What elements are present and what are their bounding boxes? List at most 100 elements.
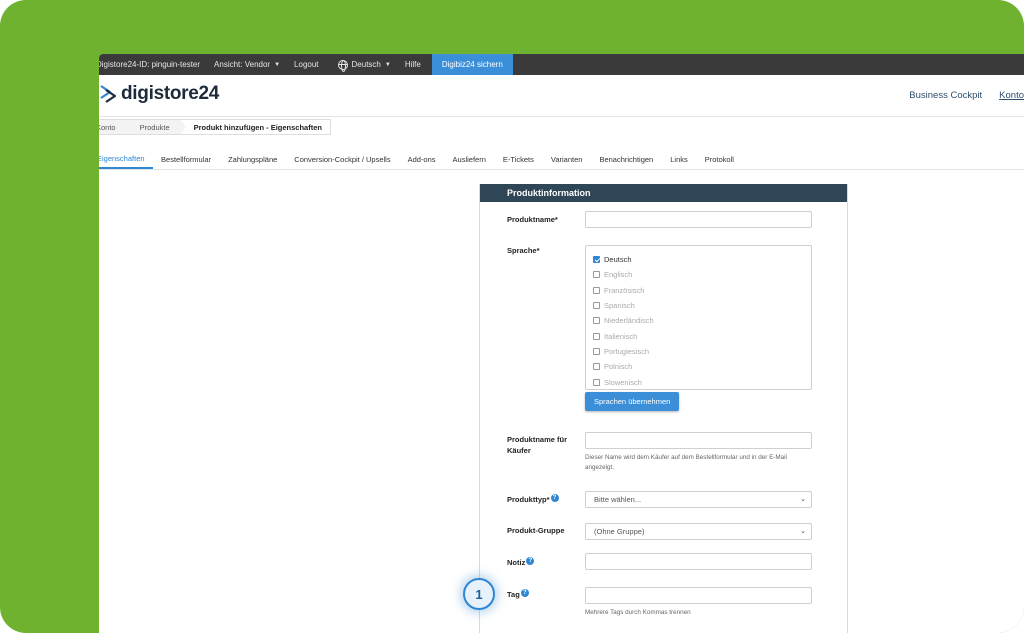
tab-payment-plans[interactable]: Zahlungspläne (220, 150, 286, 169)
checkbox-icon[interactable] (593, 317, 600, 325)
product-name-input[interactable] (585, 211, 812, 228)
logout-label: Logout (294, 60, 319, 69)
breadcrumb-label: Konto (99, 122, 116, 132)
view-label: Ansicht: Vendor (214, 60, 271, 69)
language-dropdown[interactable]: Deutsch ▼ (331, 54, 398, 75)
language-label: Sprache* (507, 246, 540, 255)
tab-delivery[interactable]: Ausliefern (444, 150, 494, 169)
help-icon[interactable]: ? (550, 494, 559, 502)
breadcrumb-item-products[interactable]: Produkte (125, 119, 186, 135)
secure-button[interactable]: Digibiz24 sichern (431, 54, 513, 75)
tab-bar: Eigenschaften Bestellformular Zahlungspl… (99, 150, 1024, 170)
language-option-label: Niederländisch (604, 316, 654, 326)
language-list[interactable]: Deutsch Englisch Französisch Spanisch Ni… (585, 245, 812, 390)
apply-languages-button[interactable]: Sprachen übernehmen (585, 392, 680, 411)
checkbox-icon[interactable] (593, 332, 600, 340)
tag-hint: Mehrere Tags durch Kommas trennen (585, 609, 691, 616)
breadcrumb-label: Produkte (139, 122, 170, 132)
caret-down-icon: ▼ (384, 61, 391, 68)
tab-e-tickets[interactable]: E-Tickets (494, 150, 542, 169)
breadcrumb-label: Produkt hinzufügen - Eigenschaften (193, 122, 322, 132)
buyer-name-input[interactable] (585, 432, 812, 449)
tab-links[interactable]: Links (662, 150, 697, 169)
tag-label: Tag? (507, 589, 529, 600)
breadcrumb-item-account[interactable]: Konto (99, 119, 132, 135)
product-group-label: Produkt-Gruppe (507, 526, 565, 535)
language-option-label: Englisch (604, 270, 633, 280)
view-dropdown[interactable]: Ansicht: Vendor ▼ (207, 54, 287, 75)
breadcrumb: Konto Produkte Produkt hinzufügen - Eige… (99, 119, 331, 135)
buyer-name-label: Produktname für Käufer (507, 434, 567, 456)
buyer-name-label-line2: Käufer (507, 446, 531, 455)
product-type-label: Produkttyp*? (507, 494, 559, 505)
account-id-label: Digistore24-ID: pinguin-tester (99, 60, 201, 69)
product-group-value: (Ohne Gruppe) (594, 527, 645, 536)
header-nav: Business Cockpit Konto (892, 90, 1024, 101)
tab-order-form[interactable]: Bestellformular (153, 150, 220, 169)
product-info-panel: Produktinformation Produktname* Sprache*… (479, 184, 848, 633)
language-option-polnisch[interactable]: Polnisch (586, 359, 811, 374)
account-link[interactable]: Konto (999, 90, 1024, 101)
checkbox-icon[interactable] (593, 286, 600, 294)
help-label: Hilfe (404, 60, 421, 69)
language-option-slowenisch[interactable]: Slowenisch (586, 374, 811, 389)
language-option-deutsch[interactable]: Deutsch (586, 252, 811, 267)
language-option-label: Italienisch (604, 331, 638, 341)
tab-log[interactable]: Protokoll (696, 150, 742, 169)
product-type-label-text: Produkttyp* (507, 495, 550, 504)
help-icon[interactable]: ? (526, 557, 535, 565)
language-option-portugiesisch[interactable]: Portugiesisch (586, 344, 811, 359)
breadcrumb-item-current: Produkt hinzufügen - Eigenschaften (179, 119, 331, 135)
breadcrumb-arrow (179, 119, 186, 135)
tab-variants[interactable]: Varianten (542, 150, 591, 169)
language-option-franzoesisch[interactable]: Französisch (586, 283, 811, 298)
product-type-value: Bitte wählen... (594, 495, 642, 504)
language-option-niederlaendisch[interactable]: Niederländisch (586, 313, 811, 328)
language-option-label: Slowenisch (604, 377, 642, 387)
language-option-englisch[interactable]: Englisch (586, 267, 811, 282)
globe-icon (337, 59, 348, 72)
language-label: Deutsch (351, 60, 381, 69)
checkbox-icon[interactable] (593, 363, 600, 371)
checkbox-icon[interactable] (593, 347, 600, 355)
language-option-italienisch[interactable]: Italienisch (586, 328, 811, 343)
tab-properties[interactable]: Eigenschaften (99, 150, 153, 169)
tab-conversion-cockpit[interactable]: Conversion-Cockpit / Upsells (286, 150, 399, 169)
product-type-select[interactable]: Bitte wählen... ⌄ (585, 491, 812, 508)
top-bar: Digistore24-ID: pinguin-tester Ansicht: … (99, 54, 1024, 75)
note-label: Notiz? (507, 557, 535, 568)
chevron-down-icon: ⌄ (800, 528, 806, 535)
tab-add-ons[interactable]: Add-ons (399, 150, 444, 169)
tab-notifications[interactable]: Benachrichtigen (591, 150, 662, 169)
buyer-name-label-line1: Produktname für (507, 435, 568, 444)
browser-window: Digistore24-ID: pinguin-tester Ansicht: … (99, 54, 1024, 633)
product-name-label: Produktname* (507, 215, 558, 224)
tag-input[interactable] (585, 587, 812, 604)
language-option-label: Deutsch (604, 255, 632, 265)
language-option-label: Portugiesisch (604, 346, 650, 356)
checkbox-icon[interactable] (593, 378, 600, 386)
caret-down-icon: ▼ (274, 61, 281, 68)
language-option-label: Französisch (604, 285, 645, 295)
breadcrumb-arrow (125, 119, 132, 135)
help-icon[interactable]: ? (520, 589, 529, 597)
tag-label-text: Tag (507, 590, 520, 599)
business-cockpit-link[interactable]: Business Cockpit (909, 90, 982, 101)
language-option-spanisch[interactable]: Spanisch (586, 298, 811, 313)
account-id: Digistore24-ID: pinguin-tester (99, 54, 207, 75)
checkbox-icon[interactable] (593, 302, 600, 310)
logo-text: digistore24 (121, 83, 220, 104)
help-link[interactable]: Hilfe (398, 54, 428, 75)
note-label-text: Notiz (507, 558, 526, 567)
checkbox-icon[interactable] (593, 271, 600, 279)
language-option-label: Polnisch (604, 362, 633, 372)
product-group-select[interactable]: (Ohne Gruppe) ⌄ (585, 523, 812, 540)
checkbox-checked-icon[interactable] (593, 256, 600, 264)
buyer-name-hint: Dieser Name wird dem Käufer auf dem Best… (585, 454, 787, 471)
logout-link[interactable]: Logout (287, 54, 325, 75)
language-option-label: Spanisch (604, 301, 635, 311)
background-frame: Digistore24-ID: pinguin-tester Ansicht: … (0, 0, 1024, 633)
logo[interactable]: digistore24 (99, 83, 219, 105)
chevron-down-icon: ⌄ (800, 496, 806, 503)
note-input[interactable] (585, 553, 812, 570)
